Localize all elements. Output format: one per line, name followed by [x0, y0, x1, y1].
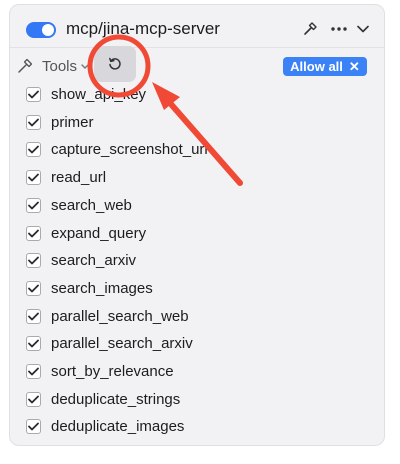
tool-row[interactable]: capture_screenshot_url [0, 139, 400, 161]
checkmark-icon [28, 422, 39, 431]
tool-row[interactable]: parallel_search_web [0, 306, 400, 328]
checkmark-icon [28, 90, 39, 99]
checkmark-icon [28, 395, 39, 404]
tool-label: show_api_key [51, 86, 147, 103]
checkmark-icon [28, 173, 39, 182]
server-name: mcp/jina-mcp-server [66, 19, 220, 38]
refresh-tools-button[interactable] [94, 46, 136, 82]
tool-row[interactable]: search_web [0, 195, 400, 217]
tool-row[interactable]: deduplicate_images [0, 416, 400, 438]
tool-checkbox[interactable] [26, 170, 41, 185]
tool-label: parallel_search_arxiv [51, 335, 193, 352]
tool-row[interactable]: primer [0, 112, 400, 134]
tool-row[interactable]: parallel_search_arxiv [0, 333, 400, 355]
tool-checkbox[interactable] [26, 281, 41, 296]
tool-checkbox[interactable] [26, 392, 41, 407]
toggle-knob [42, 24, 54, 36]
checkmark-icon [28, 367, 39, 376]
tool-label: capture_screenshot_url [51, 141, 208, 158]
checkmark-icon [28, 145, 39, 154]
tool-label: primer [51, 114, 94, 131]
allow-all-button[interactable]: Allow all ✕ [283, 57, 367, 76]
tool-checkbox[interactable] [26, 253, 41, 268]
tool-row[interactable]: search_images [0, 278, 400, 300]
checkmark-icon [28, 312, 39, 321]
tool-label: sort_by_relevance [51, 363, 174, 380]
tool-row[interactable]: read_url [0, 167, 400, 189]
close-icon[interactable]: ✕ [349, 57, 360, 76]
checkmark-icon [28, 229, 39, 238]
server-enable-toggle[interactable] [26, 22, 56, 38]
tools-chevron-icon[interactable] [80, 60, 90, 74]
tool-label: deduplicate_strings [51, 391, 181, 408]
checkmark-icon [28, 284, 39, 293]
tool-row[interactable]: deduplicate_strings [0, 389, 400, 411]
tool-checkbox[interactable] [26, 142, 41, 157]
tool-row[interactable]: show_api_key [0, 84, 400, 106]
allow-all-label: Allow all [290, 59, 343, 74]
tool-checkbox[interactable] [26, 309, 41, 324]
tool-label: deduplicate_images [51, 418, 185, 435]
tool-label: expand_query [51, 225, 147, 242]
tool-checkbox[interactable] [26, 87, 41, 102]
checkmark-icon [28, 339, 39, 348]
tool-row[interactable]: sort_by_relevance [0, 361, 400, 383]
tool-row[interactable]: expand_query [0, 223, 400, 245]
tools-label: Tools [42, 58, 78, 75]
hammer-tools-icon [18, 58, 33, 73]
tool-label: read_url [51, 169, 107, 186]
tool-label: search_web [51, 197, 132, 214]
tool-checkbox[interactable] [26, 364, 41, 379]
tool-checkbox[interactable] [26, 336, 41, 351]
refresh-icon [109, 57, 121, 70]
ellipsis-icon[interactable] [328, 19, 350, 39]
tool-label: search_arxiv [51, 252, 137, 269]
tool-checkbox[interactable] [26, 198, 41, 213]
chevron-down-icon[interactable] [355, 19, 371, 39]
tool-label: search_images [51, 280, 153, 297]
checkmark-icon [28, 118, 39, 127]
hammer-icon[interactable] [300, 19, 320, 39]
tool-label: parallel_search_web [51, 308, 189, 325]
tool-checkbox[interactable] [26, 115, 41, 130]
tool-row[interactable]: search_arxiv [0, 250, 400, 272]
checkmark-icon [28, 256, 39, 265]
tool-checkbox[interactable] [26, 226, 41, 241]
checkmark-icon [28, 201, 39, 210]
server-header: mcp/jina-mcp-server [10, 5, 384, 48]
tool-checkbox[interactable] [26, 419, 41, 434]
